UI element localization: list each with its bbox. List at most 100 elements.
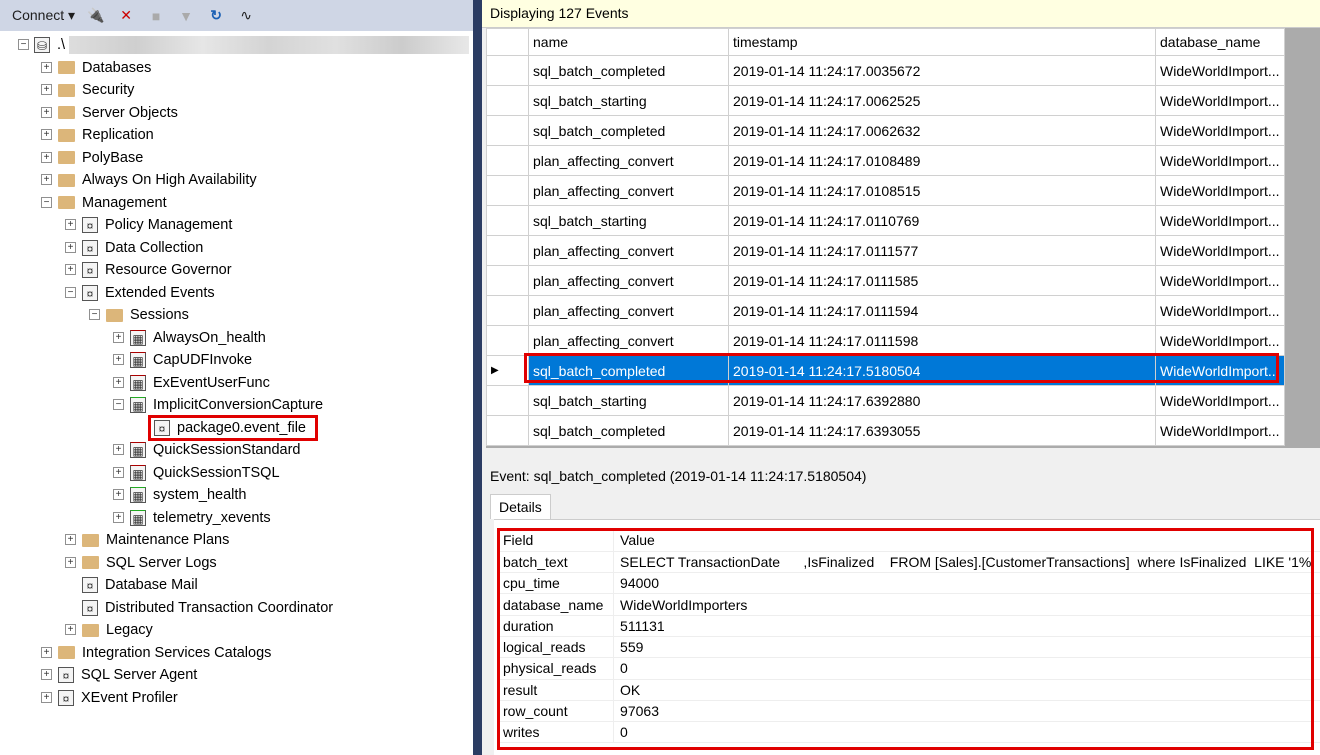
expand-icon[interactable]: + bbox=[65, 624, 76, 635]
row-selector[interactable]: ▶ bbox=[486, 355, 529, 386]
row-selector[interactable] bbox=[486, 55, 529, 86]
table-row[interactable]: sql_batch_completed 2019-01-14 11:24:17.0… bbox=[486, 115, 1285, 146]
connect-button[interactable]: Connect ▾ bbox=[12, 7, 75, 24]
tree-node[interactable]: + ▦ AlwaysOn_health bbox=[113, 327, 266, 349]
expand-icon[interactable]: + bbox=[113, 444, 124, 455]
expand-icon[interactable]: + bbox=[65, 534, 76, 545]
collapse-icon[interactable]: − bbox=[18, 39, 29, 50]
expand-icon[interactable]: + bbox=[113, 489, 124, 500]
table-row[interactable]: sql_batch_starting 2019-01-14 11:24:17.01… bbox=[486, 205, 1285, 236]
field-row[interactable]: physical_reads 0 bbox=[497, 657, 1320, 680]
tree-node[interactable]: + Always On High Availability bbox=[41, 169, 257, 191]
tree-node[interactable]: + ¤ Policy Management bbox=[65, 214, 232, 236]
expand-icon[interactable]: + bbox=[41, 151, 52, 163]
table-row[interactable]: sql_batch_starting 2019-01-14 11:24:17.63… bbox=[486, 385, 1285, 416]
tree-node[interactable]: + ▦ CapUDFInvoke bbox=[113, 349, 252, 371]
table-row[interactable]: plan_affecting_convert 2019-01-14 11:24:1… bbox=[486, 295, 1285, 326]
collapse-icon[interactable]: − bbox=[89, 309, 100, 320]
tree-node[interactable]: + Security bbox=[41, 79, 134, 101]
column-header-name[interactable]: name bbox=[528, 28, 729, 56]
expand-icon[interactable]: + bbox=[65, 241, 76, 253]
column-header-database-name[interactable]: database_name bbox=[1155, 28, 1285, 56]
expand-icon[interactable]: + bbox=[41, 84, 52, 95]
column-header-timestamp[interactable]: timestamp bbox=[728, 28, 1156, 56]
tree-node[interactable]: − Sessions bbox=[89, 304, 189, 326]
table-row[interactable]: plan_affecting_convert 2019-01-14 11:24:1… bbox=[486, 235, 1285, 266]
row-selector[interactable] bbox=[486, 235, 529, 266]
expand-icon[interactable]: + bbox=[41, 174, 52, 185]
tree-node[interactable]: + SQL Server Logs bbox=[65, 552, 217, 574]
row-selector[interactable] bbox=[486, 295, 529, 326]
expand-icon[interactable]: + bbox=[113, 376, 124, 388]
expand-icon[interactable]: + bbox=[41, 691, 52, 703]
field-row[interactable]: writes 0 bbox=[497, 721, 1320, 744]
tree-node[interactable]: + Legacy bbox=[65, 619, 153, 641]
expand-icon[interactable]: + bbox=[41, 646, 52, 658]
tree-node[interactable]: − Management bbox=[41, 192, 167, 214]
table-row[interactable]: plan_affecting_convert 2019-01-14 11:24:1… bbox=[486, 265, 1285, 296]
tree-node[interactable]: + ¤ Data Collection bbox=[65, 237, 203, 259]
tree-node[interactable]: + ▦ QuickSessionTSQL bbox=[113, 462, 280, 484]
expand-icon[interactable]: + bbox=[113, 466, 124, 478]
field-row[interactable]: batch_text SELECT TransactionDate ,IsFina… bbox=[497, 551, 1320, 574]
field-row[interactable]: database_name WideWorldImporters bbox=[497, 593, 1320, 616]
tree-node[interactable]: + Integration Services Catalogs bbox=[41, 642, 271, 664]
row-selector[interactable] bbox=[486, 385, 529, 416]
tree-node[interactable]: ¤ package0.event_file bbox=[154, 417, 306, 439]
tree-node[interactable]: + ¤ SQL Server Agent bbox=[41, 664, 197, 686]
table-row[interactable]: sql_batch_completed 2019-01-14 11:24:17.6… bbox=[486, 415, 1285, 446]
expand-icon[interactable]: + bbox=[113, 511, 124, 523]
table-row[interactable]: ▶ sql_batch_completed 2019-01-14 11:24:17.… bbox=[486, 355, 1285, 386]
tree-node[interactable]: + ¤ Resource Governor bbox=[65, 259, 232, 281]
expand-icon[interactable]: + bbox=[65, 556, 76, 568]
field-row[interactable]: cpu_time 94000 bbox=[497, 572, 1320, 595]
field-row[interactable]: duration 511131 bbox=[497, 615, 1320, 637]
table-row[interactable]: sql_batch_starting 2019-01-14 11:24:17.00… bbox=[486, 85, 1285, 116]
tab-details[interactable]: Details bbox=[490, 494, 551, 519]
row-selector[interactable] bbox=[486, 325, 529, 356]
tree-node[interactable]: + ▦ QuickSessionStandard bbox=[113, 439, 301, 461]
field-row[interactable]: row_count 97063 bbox=[497, 700, 1320, 723]
row-selector[interactable] bbox=[486, 175, 529, 206]
collapse-icon[interactable]: − bbox=[113, 399, 124, 410]
tree-node[interactable]: + ¤ XEvent Profiler bbox=[41, 687, 178, 709]
expand-icon[interactable]: + bbox=[41, 106, 52, 118]
row-selector[interactable] bbox=[486, 115, 529, 146]
tree-node[interactable]: + ▦ telemetry_xevents bbox=[113, 507, 271, 529]
expand-icon[interactable]: + bbox=[65, 219, 76, 230]
connect-icon[interactable]: 🔌 bbox=[87, 7, 105, 24]
refresh-icon[interactable]: ↻ bbox=[207, 7, 225, 24]
splitter[interactable] bbox=[473, 0, 482, 755]
tree-node[interactable]: − ¤ Extended Events bbox=[65, 282, 215, 304]
expand-icon[interactable]: + bbox=[113, 331, 124, 343]
row-selector[interactable] bbox=[486, 85, 529, 116]
row-selector[interactable] bbox=[486, 145, 529, 176]
row-selector[interactable] bbox=[486, 265, 529, 296]
tree-node[interactable]: ¤ Distributed Transaction Coordinator bbox=[82, 597, 333, 619]
tree-node[interactable]: − ⛁ .\ bbox=[18, 34, 470, 56]
tree-node[interactable]: + PolyBase bbox=[41, 147, 143, 169]
expand-icon[interactable]: + bbox=[113, 354, 124, 365]
expand-icon[interactable]: + bbox=[41, 129, 52, 140]
tree-node[interactable]: + ▦ system_health bbox=[113, 484, 247, 506]
tree-node[interactable]: − ▦ ImplicitConversionCapture bbox=[113, 394, 323, 416]
table-row[interactable]: plan_affecting_convert 2019-01-14 11:24:1… bbox=[486, 175, 1285, 206]
field-row[interactable]: result OK bbox=[497, 679, 1320, 701]
field-row[interactable]: logical_reads 559 bbox=[497, 636, 1320, 659]
tree-node[interactable]: + Databases bbox=[41, 57, 151, 79]
table-row[interactable]: plan_affecting_convert 2019-01-14 11:24:1… bbox=[486, 325, 1285, 356]
filter-icon[interactable]: ▼ bbox=[177, 8, 195, 24]
expand-icon[interactable]: + bbox=[65, 264, 76, 275]
collapse-icon[interactable]: − bbox=[65, 286, 76, 298]
row-selector[interactable] bbox=[486, 205, 529, 236]
tree-node[interactable]: + Server Objects bbox=[41, 102, 178, 124]
collapse-icon[interactable]: − bbox=[41, 196, 52, 208]
expand-icon[interactable]: + bbox=[41, 61, 52, 73]
tree-node[interactable]: + ▦ ExEventUserFunc bbox=[113, 372, 270, 394]
row-selector[interactable] bbox=[486, 415, 529, 446]
activity-monitor-icon[interactable]: ∿ bbox=[237, 7, 255, 24]
expand-icon[interactable]: + bbox=[41, 669, 52, 680]
tree-node[interactable]: + Maintenance Plans bbox=[65, 529, 229, 551]
stop-icon[interactable]: ■ bbox=[147, 8, 165, 24]
tree-node[interactable]: + Replication bbox=[41, 124, 154, 146]
